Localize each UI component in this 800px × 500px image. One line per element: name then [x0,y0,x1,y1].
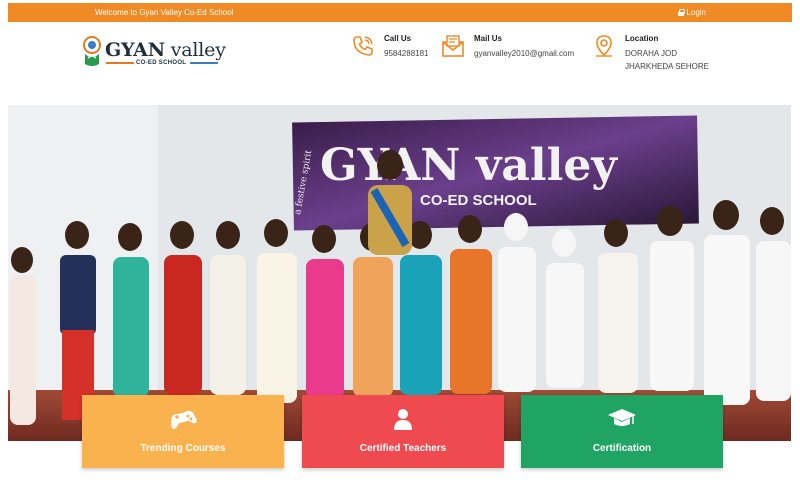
location-line-1: DORAHA JOD [625,49,678,58]
logo-tagline: CO-ED SCHOOL [136,60,187,66]
location-line-2: JHARKHEDA SEHORE [625,62,710,71]
feature-card-trending-courses[interactable]: Trending Courses [82,395,284,468]
graduation-cap-icon [608,409,636,426]
logo-divider-right [190,62,218,64]
login-link[interactable]: Login [678,8,706,17]
contact-location-value: DORAHA JOD JHARKHEDA SEHORE [625,47,709,73]
school-logo[interactable]: GYAN valley CO-ED SCHOOL [80,34,230,70]
logo-text: GYAN valley [105,39,226,61]
envelope-icon [442,35,464,57]
contact-location-label: Location [625,34,659,43]
page: Welcome to Gyan Valley Co-Ed School Logi… [0,0,800,500]
feature-label-trending-courses: Trending Courses [140,443,226,454]
contact-mail-label: Mail Us [474,34,503,43]
feature-label-certified-teachers: Certified Teachers [359,443,447,454]
gamepad-icon [171,410,197,429]
contact-call-label: Call Us [384,34,412,43]
logo-divider-left [106,62,134,64]
teacher-icon [394,409,412,430]
feature-card-certified-teachers[interactable]: Certified Teachers [302,395,504,468]
logo-name-rest: valley [164,39,226,61]
phone-icon [353,36,373,56]
hero-photo-illustration: GYAN valley CO-ED SCHOOL a festive spiri… [8,105,791,441]
location-pin-icon [596,35,612,57]
banner-title-text: GYAN valley [320,140,618,191]
feature-card-certification[interactable]: Certification [521,395,723,468]
hero-banner: GYAN valley CO-ED SCHOOL a festive spiri… [292,115,699,231]
lock-icon [678,9,686,16]
logo-name-bold: GYAN [105,39,165,61]
login-label: Login [686,8,706,17]
logo-emblem-icon [83,36,101,66]
contact-mail-value: gyanvalley2010@gmail.com [474,49,575,58]
contact-call-value: 9584288181 [384,49,429,58]
feature-label-certification: Certification [592,443,652,454]
welcome-text: Welcome to Gyan Valley Co-Ed School [95,8,234,17]
top-bar: Welcome to Gyan Valley Co-Ed School Logi… [8,3,792,22]
banner-sub-text: CO-ED SCHOOL [420,192,537,209]
hero-image: GYAN valley CO-ED SCHOOL a festive spiri… [8,105,791,441]
